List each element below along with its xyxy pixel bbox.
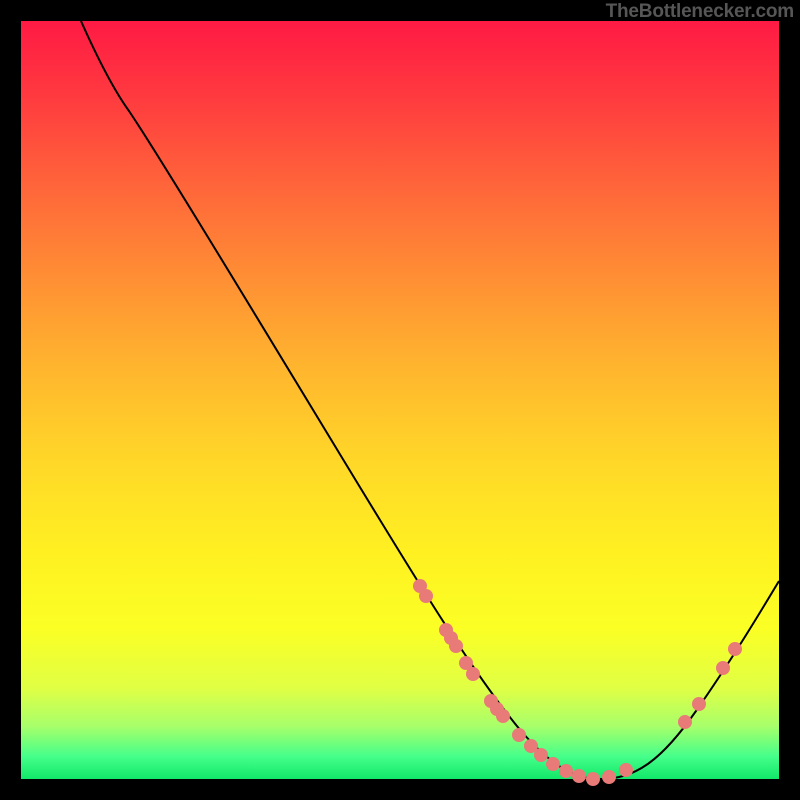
chart-overlay — [21, 21, 779, 779]
data-dot — [449, 639, 463, 653]
data-dot — [602, 770, 616, 784]
data-dot — [716, 661, 730, 675]
data-dot — [586, 772, 600, 786]
bottleneck-curve — [81, 21, 779, 779]
data-dot — [496, 709, 510, 723]
data-dot — [466, 667, 480, 681]
data-dot — [546, 757, 560, 771]
data-dot — [619, 763, 633, 777]
data-dot — [728, 642, 742, 656]
data-dot — [572, 769, 586, 783]
data-dot — [512, 728, 526, 742]
data-dots — [413, 579, 742, 786]
attribution-text: TheBottlenecker.com — [606, 1, 794, 23]
data-dot — [419, 589, 433, 603]
data-dot — [534, 748, 548, 762]
data-dot — [692, 697, 706, 711]
data-dot — [678, 715, 692, 729]
data-dot — [559, 764, 573, 778]
